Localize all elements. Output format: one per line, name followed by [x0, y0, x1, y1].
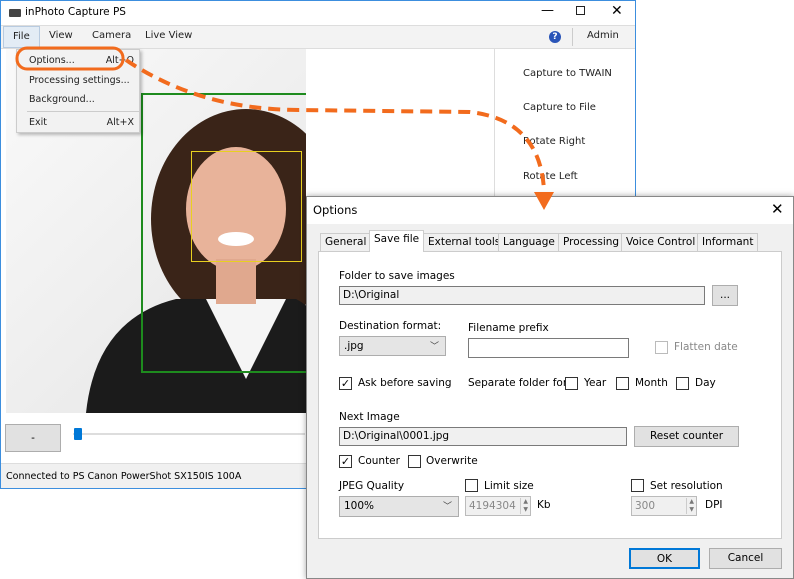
ask-before-saving-label: Ask before saving	[358, 377, 452, 389]
camera-app-icon	[9, 9, 21, 17]
menu-live-view[interactable]: Live View	[145, 30, 192, 41]
shortcut: Alt+X	[106, 117, 134, 128]
capture-twain-button[interactable]: Capture to TWAIN	[523, 68, 612, 79]
folder-input[interactable]: D:\Original	[339, 286, 705, 305]
limit-size-stepper[interactable]: 4194304 ▲ ▼	[465, 496, 531, 516]
file-menu-dropdown: Options... Alt+O Processing settings... B…	[16, 49, 140, 133]
kb-unit: Kb	[537, 499, 551, 511]
selected-value: 100%	[344, 500, 375, 512]
limit-size-checkbox[interactable]	[465, 479, 478, 492]
spin-arrows-icon[interactable]: ▲ ▼	[686, 498, 694, 514]
menu-item-processing-settings[interactable]: Processing settings...	[29, 75, 134, 86]
overwrite-label: Overwrite	[426, 455, 478, 467]
ask-before-saving-checkbox[interactable]: ✓	[339, 377, 352, 390]
options-dialog: Options ✕ General Save file External too…	[306, 196, 794, 579]
counter-label: Counter	[358, 455, 400, 467]
counter-checkbox[interactable]: ✓	[339, 455, 352, 468]
dialog-title: Options	[313, 203, 358, 217]
menu-view[interactable]: View	[49, 30, 73, 41]
set-resolution-checkbox[interactable]	[631, 479, 644, 492]
flatten-date-label: Flatten date	[674, 341, 738, 353]
divider	[572, 28, 573, 46]
spin-arrows-icon[interactable]: ▲ ▼	[520, 498, 528, 514]
separate-folder-label: Separate folder for	[468, 377, 568, 389]
menu-camera[interactable]: Camera	[92, 30, 131, 41]
face-frame-inner	[191, 151, 302, 262]
label: Background...	[29, 94, 95, 105]
month-label: Month	[635, 377, 668, 389]
menu-item-exit[interactable]: Exit Alt+X	[29, 117, 134, 128]
close-button[interactable]: ✕	[611, 3, 623, 19]
menu-file[interactable]: File	[3, 26, 40, 48]
tab-external-tools[interactable]: External tools	[423, 233, 506, 251]
label: Exit	[29, 117, 47, 128]
rotate-right-button[interactable]: Rotate Right	[523, 136, 585, 147]
jpeg-quality-select[interactable]: 100% ﹀	[339, 496, 459, 517]
selected-value: .jpg	[344, 340, 364, 352]
prefix-label: Filename prefix	[468, 322, 549, 334]
overwrite-checkbox[interactable]	[408, 455, 421, 468]
menu-bar: File View Camera Live View ? Admin	[1, 25, 635, 49]
cancel-button[interactable]: Cancel	[709, 548, 782, 569]
help-icon[interactable]: ?	[549, 31, 561, 43]
resolution-stepper[interactable]: 300 ▲ ▼	[631, 496, 697, 516]
month-checkbox[interactable]	[616, 377, 629, 390]
capture-file-button[interactable]: Capture to File	[523, 102, 596, 113]
tab-language[interactable]: Language	[498, 233, 560, 251]
menu-item-background[interactable]: Background...	[29, 94, 134, 105]
next-image-label: Next Image	[339, 411, 400, 423]
day-checkbox[interactable]	[676, 377, 689, 390]
year-label: Year	[584, 377, 607, 389]
title-bar: inPhoto Capture PS — ✕	[1, 1, 635, 25]
close-icon[interactable]: ✕	[771, 200, 784, 218]
slider-thumb[interactable]	[74, 428, 82, 440]
stepper-value: 4194304	[469, 500, 516, 512]
dpi-unit: DPI	[705, 499, 723, 511]
shortcut: Alt+O	[105, 55, 134, 66]
stepper-value: 300	[635, 500, 656, 512]
dest-format-select[interactable]: .jpg ﹀	[339, 336, 446, 356]
jpeg-quality-label: JPEG Quality	[339, 480, 405, 492]
browse-button[interactable]: ...	[712, 285, 738, 306]
menu-separator	[27, 111, 139, 112]
limit-size-label: Limit size	[484, 480, 534, 492]
label: Processing settings...	[29, 75, 130, 86]
maximize-button[interactable]	[576, 6, 585, 15]
admin-button[interactable]: Admin	[587, 30, 619, 41]
menu-item-options[interactable]: Options... Alt+O	[29, 55, 134, 66]
folder-label: Folder to save images	[339, 270, 455, 282]
tab-processing[interactable]: Processing	[558, 233, 625, 251]
rotate-left-button[interactable]: Rotate Left	[523, 171, 578, 182]
window-title: inPhoto Capture PS	[25, 6, 126, 18]
minimize-button[interactable]: —	[541, 3, 554, 18]
zoom-out-button[interactable]: -	[5, 424, 61, 452]
right-panel: Capture to TWAIN Capture to File Rotate …	[494, 49, 635, 199]
tab-general[interactable]: General	[320, 233, 372, 251]
reset-counter-button[interactable]: Reset counter	[634, 426, 739, 447]
ok-button[interactable]: OK	[629, 548, 700, 569]
chevron-down-icon: ﹀	[442, 502, 452, 512]
next-image-input[interactable]: D:\Original\0001.jpg	[339, 427, 627, 446]
status-text: Connected to PS Canon PowerShot SX150IS …	[6, 471, 242, 482]
year-checkbox[interactable]	[565, 377, 578, 390]
zoom-slider[interactable]	[73, 428, 305, 451]
tab-voice-control[interactable]: Voice Control	[621, 233, 701, 251]
tab-informant[interactable]: Informant	[697, 233, 759, 251]
flatten-date-checkbox[interactable]	[655, 341, 668, 354]
dest-format-label: Destination format:	[339, 320, 442, 332]
day-label: Day	[695, 377, 716, 389]
dialog-title-bar: Options ✕	[307, 197, 793, 224]
chevron-down-icon: ﹀	[429, 342, 439, 352]
prefix-input[interactable]	[468, 338, 629, 358]
slider-track	[73, 433, 305, 435]
save-file-panel: Folder to save images D:\Original ... De…	[318, 251, 782, 539]
set-resolution-label: Set resolution	[650, 480, 723, 492]
label: Options...	[29, 55, 75, 66]
tab-save-file[interactable]: Save file	[369, 230, 425, 252]
